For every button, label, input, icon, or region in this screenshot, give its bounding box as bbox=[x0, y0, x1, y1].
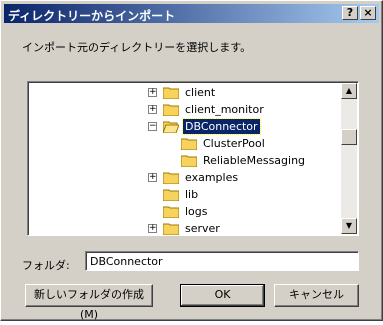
tree-item-label: ReliableMessaging bbox=[203, 153, 306, 167]
tree-item-label: logs bbox=[185, 204, 208, 218]
tree-item-client-monitor[interactable]: + client_monitor bbox=[148, 101, 266, 117]
scroll-up-button[interactable]: ▲ bbox=[341, 83, 357, 99]
tree-item-label: client bbox=[185, 85, 216, 99]
folder-icon bbox=[163, 206, 179, 218]
directory-tree[interactable]: + client + client_monitor − DBConnector … bbox=[27, 81, 359, 236]
tree-item-server[interactable]: + server bbox=[148, 220, 222, 235]
tree-item-lib[interactable]: lib bbox=[163, 186, 200, 202]
folder-icon bbox=[163, 189, 179, 201]
cancel-button[interactable]: キャンセル bbox=[274, 284, 359, 307]
tree-item-label: ClusterPool bbox=[203, 136, 265, 150]
folder-icon bbox=[181, 155, 197, 167]
tree-item-label: lib bbox=[185, 187, 199, 201]
tree-item-client[interactable]: + client bbox=[148, 84, 217, 100]
vertical-scrollbar[interactable]: ▲ ▼ bbox=[341, 83, 357, 234]
window-title: ディレクトリーからインポート bbox=[8, 9, 176, 23]
tree-item-examples[interactable]: + examples bbox=[148, 169, 240, 185]
tree-item-label: DBConnector bbox=[182, 117, 261, 135]
expand-icon[interactable]: + bbox=[148, 172, 157, 182]
folder-icon bbox=[163, 104, 179, 116]
folder-icon bbox=[163, 223, 179, 235]
collapse-icon[interactable]: − bbox=[148, 121, 157, 131]
open-folder-icon bbox=[163, 121, 179, 133]
scroll-thumb[interactable] bbox=[341, 129, 357, 145]
expand-icon[interactable]: + bbox=[148, 87, 157, 97]
tree-item-label: server bbox=[185, 221, 220, 235]
tree-item-dbconnector[interactable]: − DBConnector bbox=[148, 117, 261, 135]
folder-field-label: フォルダ: bbox=[22, 259, 70, 272]
folder-icon bbox=[163, 87, 179, 99]
import-directory-dialog: ディレクトリーからインポート ? × インポート元のディレクトリーを選択します。… bbox=[0, 0, 383, 321]
tree-item-label: examples bbox=[185, 170, 239, 184]
tree-item-logs[interactable]: logs bbox=[163, 203, 210, 219]
title-bar[interactable]: ディレクトリーからインポート ? × bbox=[4, 4, 379, 23]
tree-item-reliablemessaging[interactable]: ReliableMessaging bbox=[181, 152, 307, 168]
scroll-down-button[interactable]: ▼ bbox=[341, 218, 357, 234]
expand-icon[interactable]: + bbox=[148, 104, 157, 114]
close-button[interactable]: × bbox=[360, 6, 376, 20]
tree-item-clusterpool[interactable]: ClusterPool bbox=[181, 135, 267, 151]
new-folder-button[interactable]: 新しいフォルダの作成(M) bbox=[25, 284, 153, 321]
folder-icon bbox=[181, 138, 197, 150]
folder-icon bbox=[163, 172, 179, 184]
expand-icon[interactable]: + bbox=[148, 223, 157, 233]
instruction-text: インポート元のディレクトリーを選択します。 bbox=[22, 41, 252, 54]
tree-item-label: client_monitor bbox=[185, 102, 264, 116]
folder-input[interactable] bbox=[85, 251, 359, 271]
ok-button[interactable]: OK bbox=[180, 284, 265, 307]
help-button[interactable]: ? bbox=[342, 6, 358, 20]
